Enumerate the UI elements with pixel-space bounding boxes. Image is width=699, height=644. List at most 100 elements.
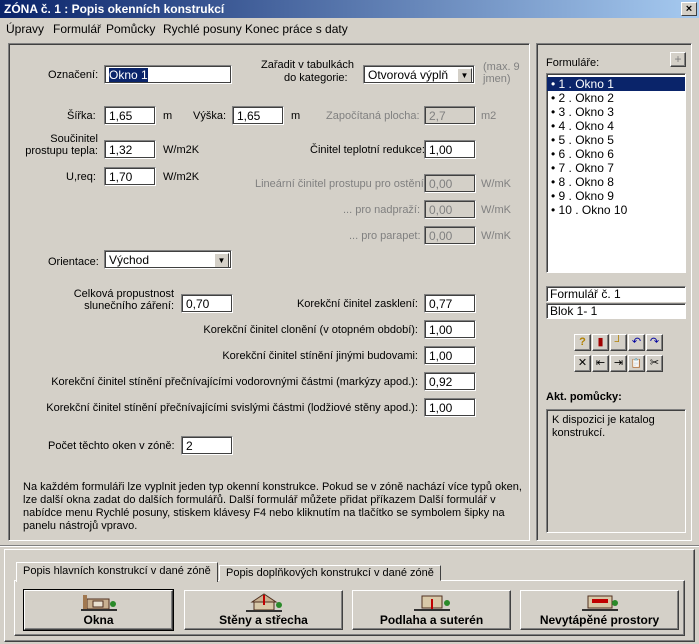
menu-pomucky[interactable]: Pomůcky [106,22,155,36]
vyska-unit: m [291,110,301,122]
steny-label: Stěny a střecha [219,613,308,627]
list-item[interactable]: • 2 . Okno 2 [547,91,685,105]
max-note-1: (max. 9 [483,61,520,73]
linearni-input: 0,00 [424,174,476,193]
max-note-2: jmen) [483,73,511,85]
roof-icon [245,593,282,612]
budovy-label: Korekční činitel stínění jinými budovami… [222,350,418,362]
orientace-label: Orientace: [48,256,99,268]
redukce-label: Činitel teplotní redukce: [310,144,425,156]
vyska-label: Výška: [193,110,227,122]
propustnost-input[interactable]: 0,70 [181,294,233,313]
list-item[interactable]: • 7 . Okno 7 [547,161,685,175]
linearni-unit: W/mK [481,178,511,190]
list-item[interactable]: • 10 . Okno 10 [547,203,685,217]
undo-icon[interactable]: ↶ [628,334,645,351]
list-item[interactable]: • 1 . Okno 1 [547,77,685,91]
help-icon[interactable]: ? [574,334,591,351]
cut-icon[interactable]: ✂ [646,355,663,372]
window-titlebar: ZÓNA č. 1 : Popis okenních konstrukcí [0,0,699,18]
nevytapene-button[interactable]: Nevytápěné prostory [520,590,679,630]
redukce-input[interactable]: 1,00 [424,140,476,159]
tab-hlavni[interactable]: Popis hlavních konstrukcí v dané zóně [16,562,218,582]
akt-title: Akt. pomůcky: [546,391,622,403]
chevron-down-icon[interactable]: ▼ [214,253,229,267]
cloneni-label: Korekční činitel clonění (v otopném obdo… [203,324,418,336]
building-icon [581,595,618,611]
soucinitel-label-2: prostupu tepla: [25,145,98,157]
oznaceni-label: Označení: [48,69,99,81]
vodorovne-label: Korekční činitel stínění přečnívajícími … [51,376,418,388]
divider [0,545,699,547]
kategorie-select[interactable]: Otvorová výplň ▼ [363,65,475,84]
menu-upravy[interactable]: Úpravy [6,22,44,36]
vodorovne-input[interactable]: 0,92 [424,372,476,391]
window-icon [80,595,117,611]
soucinitel-unit: W/m2K [163,144,200,156]
first-icon[interactable]: ⇤ [592,355,609,372]
cloneni-input[interactable]: 1,00 [424,320,476,339]
soucinitel-label-1: Součinitel [50,133,98,145]
orientace-select[interactable]: Východ ▼ [104,250,232,269]
menu-konec[interactable]: Konec práce s daty [245,22,348,36]
propustnost-label-2: slunečního záření: [84,300,174,312]
zaskleni-label: Korekční činitel zasklení: [296,298,418,310]
help-text: Na každém formuláři lze vyplnit jeden ty… [23,481,522,532]
zaradit-label-2: do kategorie: [284,72,348,84]
budovy-input[interactable]: 1,00 [424,346,476,365]
soucinitel-input[interactable]: 1,32 [104,140,156,159]
svisle-label: Korekční činitel stínění přečnívajícími … [46,402,418,414]
list-item[interactable]: • 6 . Okno 6 [547,147,685,161]
window-icon[interactable]: ┘ [610,334,627,351]
floor-icon [413,595,450,611]
menu-formular[interactable]: Formulář [53,22,101,36]
propustnost-label-1: Celková propustnost [73,288,174,300]
parapet-input: 0,00 [424,226,476,245]
delete-icon[interactable]: ✕ [574,355,591,372]
nevytapene-label: Nevytápěné prostory [539,613,660,627]
svisle-input[interactable]: 1,00 [424,398,476,417]
parapet-label: ... pro parapet: [349,230,421,242]
vyska-input[interactable]: 1,65 [232,106,284,125]
pocet-input[interactable]: 2 [181,436,233,455]
window-title: ZÓNA č. 1 : Popis okenních konstrukcí [4,2,225,16]
oznaceni-input[interactable]: Okno 1 [104,65,232,84]
sirka-input[interactable]: 1,65 [104,106,156,125]
nadprazi-unit: W/mK [481,204,511,216]
okna-button[interactable]: Okna [23,589,174,631]
formular-info: Formulář č. 1 [546,286,686,302]
list-item[interactable]: • 8 . Okno 8 [547,175,685,189]
ureq-label: U,req: [66,171,96,183]
sirka-unit: m [163,110,173,122]
add-form-button[interactable]: + [670,52,686,67]
podlaha-button[interactable]: Podlaha a suterén [352,590,511,630]
redo-icon[interactable]: ↷ [646,334,663,351]
list-item[interactable]: • 4 . Okno 4 [547,119,685,133]
paste-icon[interactable]: 📋 [628,355,645,372]
tab-doplnkove[interactable]: Popis doplňkových konstrukcí v dané zóně [219,565,441,581]
list-item[interactable]: • 5 . Okno 5 [547,133,685,147]
plocha-label: Započítaná plocha: [326,110,420,122]
list-item[interactable]: • 3 . Okno 3 [547,105,685,119]
plocha-unit: m2 [481,110,497,122]
ureq-unit: W/m2K [163,171,200,183]
nadprazi-label: ... pro nadpraží: [343,204,421,216]
menu-rychle-posuny[interactable]: Rychlé posuny [163,22,242,36]
linearni-label: Lineární činitel prostupu pro ostění: [255,178,427,190]
chevron-down-icon[interactable]: ▼ [457,68,472,82]
podlaha-label: Podlaha a suterén [379,613,484,627]
close-button[interactable]: × [681,2,697,16]
sirka-label: Šířka: [67,110,96,122]
ureq-input[interactable]: 1,70 [104,167,156,186]
plocha-input: 2,7 [424,106,476,125]
pocet-label: Počet těchto oken v zóně: [48,440,175,452]
forms-list[interactable]: • 1 . Okno 1 • 2 . Okno 2 • 3 . Okno 3 •… [546,73,686,273]
zaskleni-input[interactable]: 0,77 [424,294,476,313]
book-icon[interactable]: ▮ [592,334,609,351]
list-item[interactable]: • 9 . Okno 9 [547,189,685,203]
last-icon[interactable]: ⇥ [610,355,627,372]
nadprazi-input: 0,00 [424,200,476,219]
steny-button[interactable]: Stěny a střecha [184,590,343,630]
zaradit-label-1: Zařadit v tabulkách [261,59,354,71]
akt-text: K dispozici je katalog konstrukcí. [546,409,686,533]
